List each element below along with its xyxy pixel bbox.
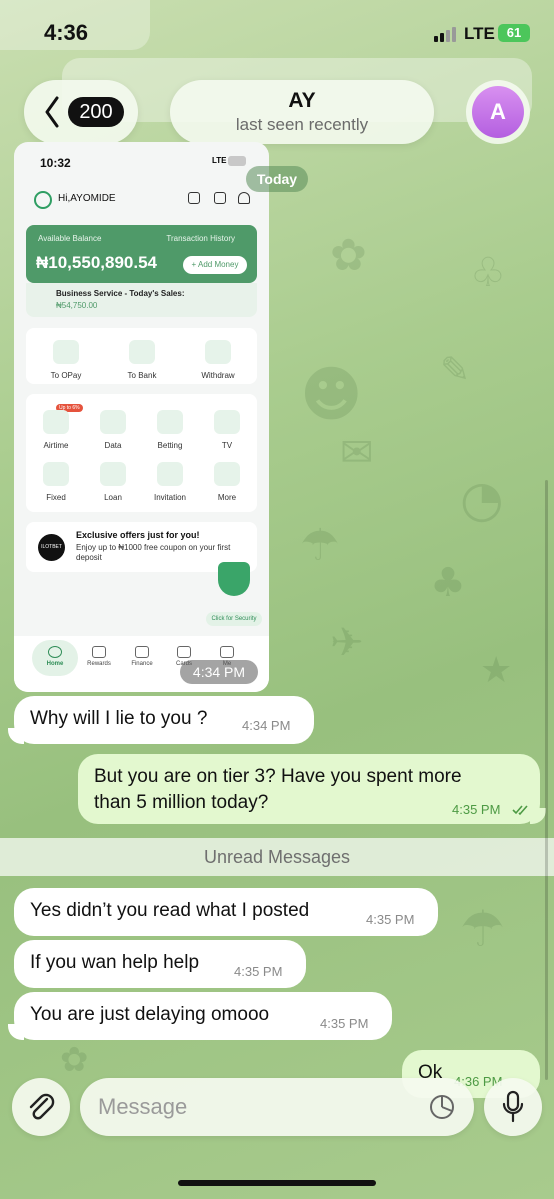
service-more: More xyxy=(197,462,257,502)
signal-icon xyxy=(434,26,460,42)
transaction-history-link: Transaction History xyxy=(166,234,235,243)
help-icon xyxy=(188,192,200,204)
service-airtime: Airtime xyxy=(26,410,86,450)
tab-rewards: Rewards xyxy=(79,646,119,667)
status-bar: 4:36 LTE 61 xyxy=(0,0,554,64)
security-shield: Click for Security xyxy=(206,560,262,630)
lock-icon xyxy=(43,462,69,486)
home-icon xyxy=(48,646,62,658)
service-loan: Loan xyxy=(83,462,143,502)
opay-avatar-icon xyxy=(34,191,52,209)
battery-level: 61 xyxy=(506,25,522,40)
message-time: 4:35 PM xyxy=(452,802,501,817)
rewards-icon xyxy=(92,646,106,658)
message-text: Yes didn’t you read what I posted xyxy=(30,900,310,921)
image-timestamp: 4:34 PM xyxy=(180,660,258,684)
add-money-button: + Add Money xyxy=(183,256,247,274)
transfer-actions-card: To OPay To Bank Withdraw xyxy=(26,328,257,384)
back-button[interactable]: 200 xyxy=(24,80,138,144)
action-withdraw: Withdraw xyxy=(188,340,248,380)
image-message[interactable]: 10:32 LTE Hi,AYOMIDE Available Balance T… xyxy=(14,142,269,692)
service-tv: TV xyxy=(197,410,257,450)
sticker-icon[interactable] xyxy=(428,1093,456,1121)
airtime-icon xyxy=(43,410,69,434)
message-time: 4:34 PM xyxy=(242,718,291,733)
scan-icon xyxy=(214,192,226,204)
message-text-line2: than 5 million today? xyxy=(94,792,269,813)
balance-label: Available Balance xyxy=(38,234,102,243)
business-title: Business Service - Today's Sales: xyxy=(56,289,185,298)
service-data: Data xyxy=(83,410,143,450)
promo-logo: ILOTBET xyxy=(38,534,65,561)
screenshot-network: LTE xyxy=(212,156,227,165)
screenshot-battery-icon xyxy=(228,156,246,166)
business-value: ₦54,750.00 xyxy=(56,301,98,310)
megaphone-icon xyxy=(157,462,183,486)
tv-icon xyxy=(214,410,240,434)
battery-icon: 61 xyxy=(498,24,530,42)
business-service-row: Business Service - Today's Sales: ₦54,75… xyxy=(26,283,257,317)
avatar[interactable]: A xyxy=(466,80,530,144)
withdraw-icon xyxy=(205,340,231,364)
scrollbar[interactable] xyxy=(545,480,548,1080)
message-incoming[interactable]: If you wan help help 4:35 PM xyxy=(14,940,306,988)
message-text-line1: But you are on tier 3? Have you spent mo… xyxy=(94,766,462,787)
action-to-opay: To OPay xyxy=(36,340,96,380)
tab-home: Home xyxy=(35,646,75,667)
message-text: You are just delaying omooo xyxy=(30,1004,270,1025)
chat-status: last seen recently xyxy=(235,115,369,134)
chat-title-button[interactable]: AY last seen recently xyxy=(170,80,434,144)
unread-divider: Unread Messages xyxy=(0,838,554,876)
shield-icon xyxy=(218,562,250,596)
me-icon xyxy=(220,646,234,658)
service-betting: Betting xyxy=(140,410,200,450)
action-to-bank: To Bank xyxy=(112,340,172,380)
read-checkmarks-icon xyxy=(512,805,528,816)
card-icon xyxy=(177,646,191,658)
bank-icon xyxy=(129,340,155,364)
balance-value: ₦10,550,890.54 xyxy=(36,253,157,272)
status-time: 4:36 xyxy=(44,20,89,45)
service-invitation: Invitation xyxy=(140,462,200,502)
date-chip: Today xyxy=(246,166,308,192)
finance-icon xyxy=(135,646,149,658)
back-chevron-icon xyxy=(45,96,59,128)
avatar-initial: A xyxy=(472,86,524,138)
message-incoming[interactable]: You are just delaying omooo 4:35 PM xyxy=(8,992,392,1040)
betting-icon xyxy=(157,410,183,434)
opay-greeting: Hi,AYOMIDE xyxy=(58,193,116,204)
loan-icon xyxy=(100,462,126,486)
message-time: 4:35 PM xyxy=(234,964,283,979)
home-indicator[interactable] xyxy=(178,1180,376,1186)
message-time: 4:35 PM xyxy=(320,1016,369,1031)
attach-button[interactable] xyxy=(12,1078,70,1136)
balance-card: Available Balance Transaction History ₦1… xyxy=(26,225,257,283)
data-icon xyxy=(100,410,126,434)
bell-icon xyxy=(238,192,250,204)
person-icon xyxy=(53,340,79,364)
tab-finance: Finance xyxy=(122,646,162,667)
message-incoming[interactable]: Why will I lie to you ? 4:34 PM xyxy=(8,696,314,744)
message-text: Why will I lie to you ? xyxy=(30,708,208,729)
microphone-icon xyxy=(502,1090,524,1123)
message-outgoing[interactable]: But you are on tier 3? Have you spent mo… xyxy=(78,754,546,824)
security-label: Click for Security xyxy=(206,612,262,626)
unread-count-badge: 200 xyxy=(68,97,124,127)
promo-title: Exclusive offers just for you! xyxy=(76,530,200,540)
paperclip-icon xyxy=(29,1093,55,1120)
network-label: LTE xyxy=(464,24,495,43)
voice-record-button[interactable] xyxy=(484,1078,542,1136)
message-time: 4:35 PM xyxy=(366,912,415,927)
screenshot-time: 10:32 xyxy=(40,156,71,170)
message-text: If you wan help help xyxy=(30,952,200,973)
message-input[interactable] xyxy=(80,1078,474,1136)
services-grid: Up to 6% Airtime Data Betting TV Fixed L… xyxy=(26,394,257,512)
service-fixed: Fixed xyxy=(26,462,86,502)
composer xyxy=(0,1078,554,1148)
more-icon xyxy=(214,462,240,486)
chat-name: AY xyxy=(288,89,316,112)
message-incoming[interactable]: Yes didn’t you read what I posted 4:35 P… xyxy=(14,888,438,936)
